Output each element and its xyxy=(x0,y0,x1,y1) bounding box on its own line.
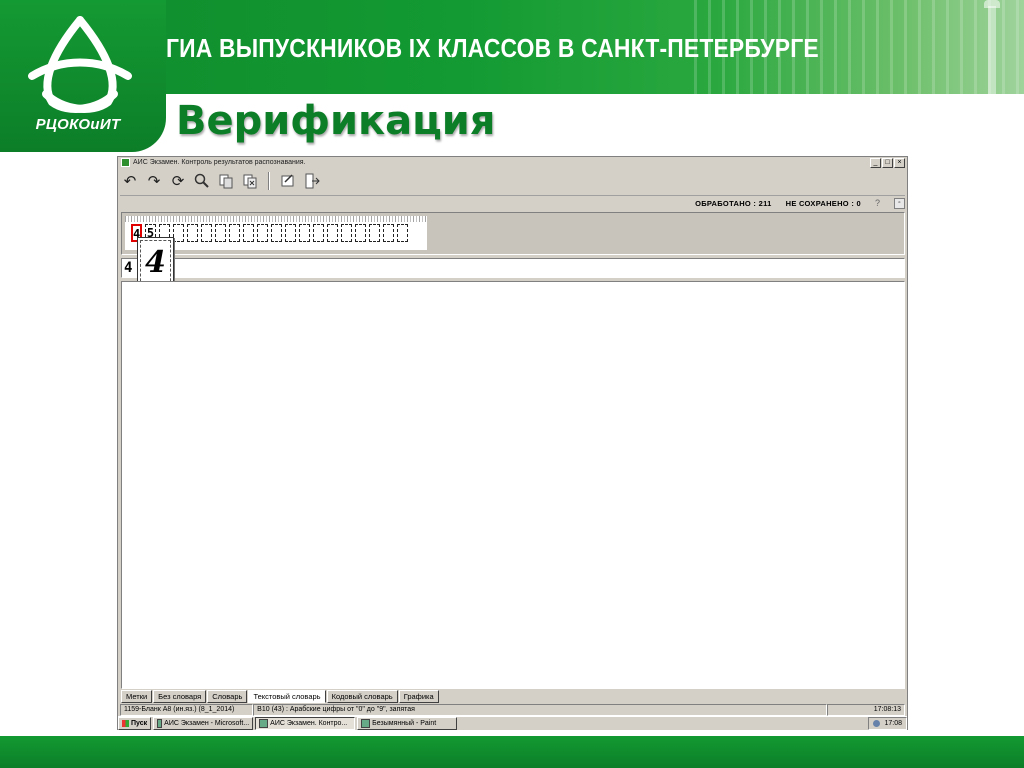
workspace-area[interactable] xyxy=(121,281,905,689)
scan-strip-header xyxy=(125,216,427,222)
alexander-column-image xyxy=(984,0,1000,94)
scan-cell[interactable] xyxy=(173,224,184,242)
start-label: Пуск xyxy=(131,720,148,727)
taskbar-item[interactable]: Безымянный - Paint xyxy=(357,717,458,730)
scan-cell[interactable] xyxy=(397,224,408,242)
scan-cell[interactable] xyxy=(201,224,212,242)
tab-text-dictionary[interactable]: Текстовый словарь xyxy=(248,690,326,703)
window-icon xyxy=(157,719,163,728)
taskbar-item-label: Безымянный - Paint xyxy=(372,720,437,727)
tab-bar: Метки Без словаря Словарь Текстовый слов… xyxy=(121,690,439,703)
undo-icon[interactable]: ↶ xyxy=(120,171,140,191)
answer-value[interactable]: 4 xyxy=(124,260,132,276)
taskbar-item-label: АИС Экзамен - Microsoft... xyxy=(164,720,250,727)
tab-graphics[interactable]: Графика xyxy=(398,690,439,703)
status-form: 1159-Бланк А8 (ин.яз.) (8_1_2014) xyxy=(120,704,254,716)
scan-cell[interactable] xyxy=(257,224,268,242)
windows-flag-icon xyxy=(122,720,129,727)
scan-cell[interactable] xyxy=(355,224,366,242)
scan-image-panel: 4 5 xyxy=(121,212,905,255)
toolbar: ↶ ↷ ⟳ xyxy=(120,169,905,193)
counters-bar: ОБРАБОТАНО : 211 НЕ СОХРАНЕНО : 0 ? ▫ xyxy=(120,195,905,210)
window-controls: _ □ × xyxy=(870,158,905,168)
clock: 17:08 xyxy=(884,720,902,727)
triquetra-icon xyxy=(28,16,132,113)
taskbar-item-active[interactable]: АИС Экзамен. Контро... xyxy=(255,717,356,730)
slide-title: Верификация xyxy=(176,98,496,144)
close-button[interactable]: × xyxy=(894,158,905,168)
scan-cell[interactable] xyxy=(271,224,282,242)
footer-band xyxy=(0,736,1024,768)
not-saved-counter: НЕ СОХРАНЕНО : 0 xyxy=(785,198,861,208)
tab-no-dictionary[interactable]: Без словаря xyxy=(153,690,207,703)
status-field: В10 (43) : Арабские цифры от "0" до "9",… xyxy=(253,704,828,716)
tab-marks[interactable]: Метки xyxy=(121,690,153,703)
minimize-button[interactable]: _ xyxy=(870,158,881,168)
help-icon[interactable]: ? xyxy=(875,198,880,208)
paint-icon xyxy=(361,719,371,728)
window-titlebar[interactable]: АИС Экзамен. Контроль результатов распоз… xyxy=(118,157,907,168)
scan-cell[interactable] xyxy=(187,224,198,242)
scan-cell[interactable] xyxy=(327,224,338,242)
app-window: АИС Экзамен. Контроль результатов распоз… xyxy=(117,156,908,730)
delete-icon[interactable] xyxy=(240,171,260,191)
tray-icon[interactable] xyxy=(873,720,881,727)
scan-cell[interactable] xyxy=(229,224,240,242)
edit-icon[interactable] xyxy=(278,171,298,191)
scan-cell[interactable] xyxy=(299,224,310,242)
logo-text: РЦОКОиИТ xyxy=(35,116,121,133)
redo-icon[interactable]: ↷ xyxy=(144,171,164,191)
toolbar-separator xyxy=(268,172,270,190)
scan-cell[interactable] xyxy=(313,224,324,242)
logo: РЦОКОиИТ xyxy=(0,0,166,152)
exit-icon[interactable] xyxy=(302,171,322,191)
refresh-icon[interactable]: ⟳ xyxy=(168,171,188,191)
status-bar: 1159-Бланк А8 (ин.яз.) (8_1_2014) В10 (4… xyxy=(120,704,905,716)
scan-cell[interactable] xyxy=(383,224,394,242)
app-icon xyxy=(121,157,130,167)
window-title: АИС Экзамен. Контроль результатов распоз… xyxy=(133,158,306,166)
system-tray: 17:08 xyxy=(868,717,907,730)
scan-cell[interactable] xyxy=(285,224,296,242)
tab-code-dictionary[interactable]: Кодовый словарь xyxy=(326,690,398,703)
status-time: 17:08:13 xyxy=(827,704,905,716)
scan-cell[interactable] xyxy=(243,224,254,242)
answer-field[interactable]: 4 xyxy=(121,258,905,278)
taskbar-item-label: АИС Экзамен. Контро... xyxy=(270,720,348,727)
scan-cell[interactable] xyxy=(215,224,226,242)
taskbar: Пуск АИС Экзамен - Microsoft... АИС Экза… xyxy=(118,716,907,730)
window-icon xyxy=(259,719,269,728)
panel-toggle-button[interactable]: ▫ xyxy=(894,197,905,209)
copy-icon[interactable] xyxy=(216,171,236,191)
scan-cell[interactable] xyxy=(341,224,352,242)
processed-counter: ОБРАБОТАНО : 211 xyxy=(695,198,772,208)
header-title: ГИА ВЫПУСКНИКОВ IX КЛАССОВ В САНКТ-ПЕТЕР… xyxy=(166,33,819,63)
scan-cell[interactable] xyxy=(369,224,380,242)
zoomed-character-image: 4 xyxy=(145,245,166,280)
tab-dictionary[interactable]: Словарь xyxy=(207,690,248,703)
taskbar-item[interactable]: АИС Экзамен - Microsoft... xyxy=(153,717,254,730)
maximize-button[interactable]: □ xyxy=(882,158,893,168)
zoom-icon[interactable] xyxy=(192,171,212,191)
start-button[interactable]: Пуск xyxy=(118,717,152,730)
